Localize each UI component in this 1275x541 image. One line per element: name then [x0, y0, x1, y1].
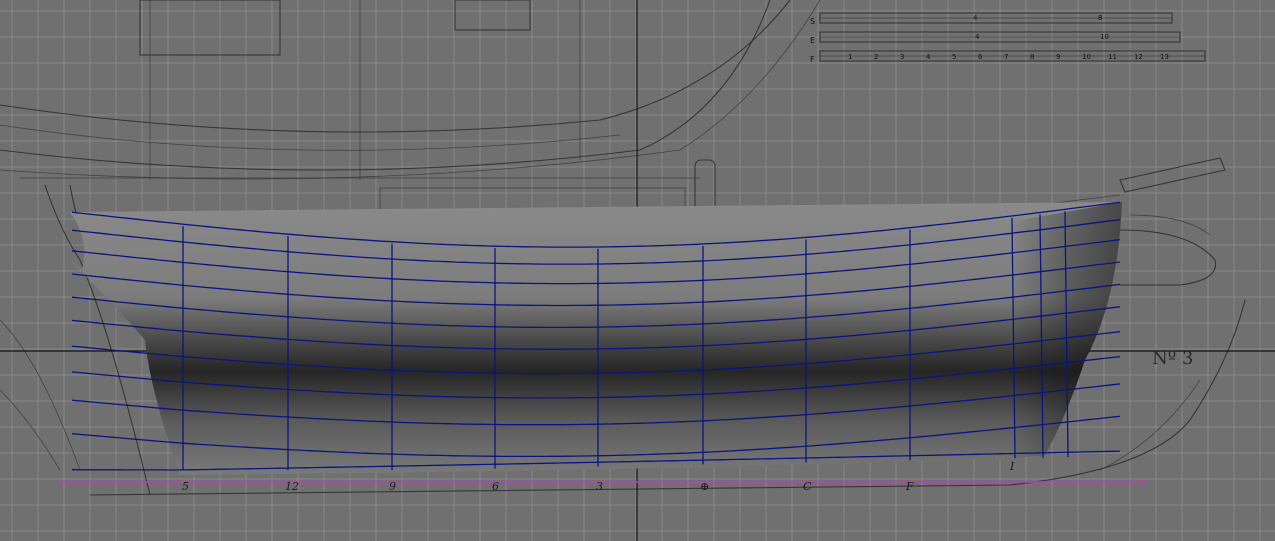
scale-bar-number: 3: [900, 53, 904, 61]
viewport-canvas[interactable]: S 4 8 E 4 10 F 1 2 3 4 5 6 7 8 9 10 11 12 13 5 12 9 6 3 ⊕: [0, 0, 1275, 541]
hull-model[interactable]: [70, 201, 1122, 475]
station-label: 9: [389, 480, 396, 493]
station-label: F: [905, 480, 914, 493]
scale-bar-number: 8: [1030, 53, 1034, 61]
scale-bar-number: 8: [1098, 14, 1102, 22]
scale-bar-number: 5: [952, 53, 956, 61]
modeling-viewport[interactable]: S 4 8 E 4 10 F 1 2 3 4 5 6 7 8 9 10 11 12 13 5 12 9 6 3 ⊕: [0, 0, 1275, 541]
scale-bars: S 4 8 E 4 10 F 1 2 3 4 5 6 7 8 9 10 11 12 13: [810, 12, 1206, 64]
scale-bar-f: F 1 2 3 4 5 6 7 8 9 10 11 12 13: [810, 50, 1206, 64]
plate-label: Nº 3: [1152, 348, 1193, 369]
scale-bar-number: 13: [1160, 53, 1169, 61]
station-label: 5: [182, 480, 189, 493]
scale-bar-letter: F: [810, 55, 815, 64]
station-label: C: [803, 480, 812, 493]
scale-bar-number: 7: [1004, 53, 1008, 61]
station-label: 3: [596, 480, 603, 493]
scale-bar-number: 9: [1056, 53, 1060, 61]
scale-bar-number: 10: [1082, 53, 1091, 61]
station-label: ⊕: [700, 480, 709, 493]
scale-bar-e: E 4 10: [810, 31, 1181, 45]
scale-bar-number: 4: [926, 53, 931, 61]
scale-bar-number: 4: [975, 33, 980, 41]
scale-bar-number: 2: [874, 53, 878, 61]
station-label: I: [1009, 460, 1015, 473]
scale-bar-number: 11: [1108, 53, 1117, 61]
hull-surface[interactable]: [70, 202, 1122, 475]
scale-bar-s: S 4 8: [810, 12, 1173, 26]
reference-sketch-plan: [0, 0, 821, 180]
scale-bar-number: 1: [848, 53, 852, 61]
scale-bar-letter: S: [810, 17, 815, 26]
station-label: 6: [492, 480, 499, 493]
station-label: 12: [285, 480, 299, 493]
scale-bar-number: 10: [1100, 33, 1109, 41]
scale-bar-letter: E: [810, 36, 815, 45]
scale-bar-number: 4: [973, 14, 978, 22]
scale-bar-number: 12: [1134, 53, 1143, 61]
scale-bar-number: 6: [978, 53, 983, 61]
